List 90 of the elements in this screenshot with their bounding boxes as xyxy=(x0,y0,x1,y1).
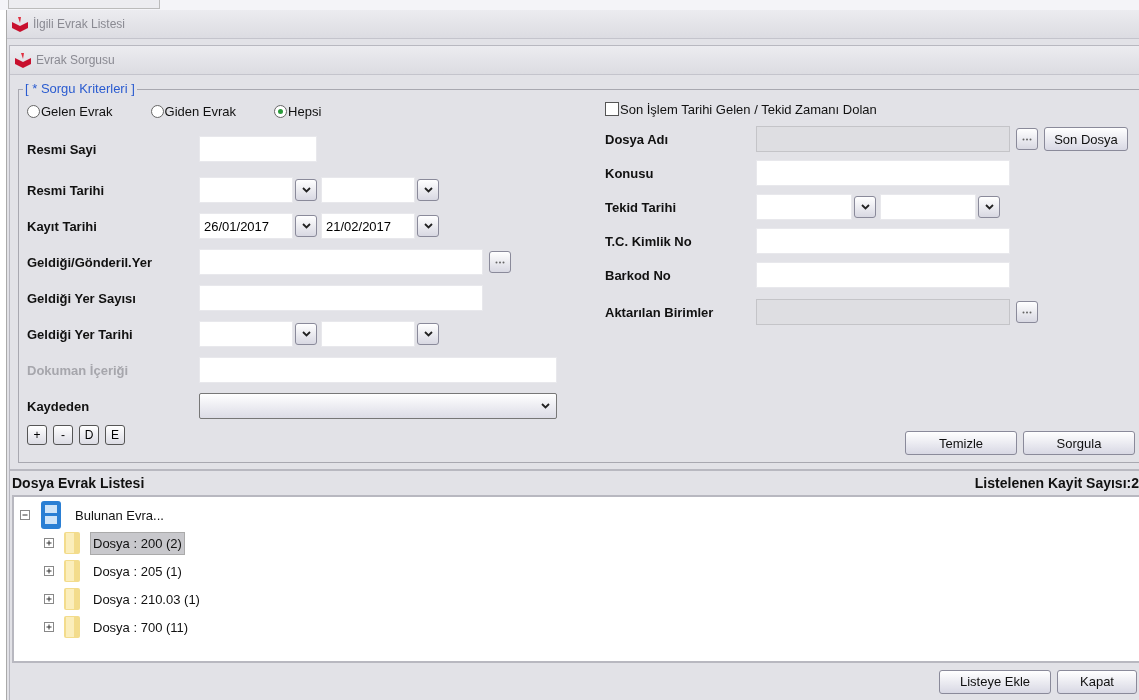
field-label: Konusu xyxy=(605,165,655,181)
date-field[interactable] xyxy=(199,321,293,347)
chevron-down-icon xyxy=(541,403,550,409)
son-dosya-button[interactable]: Son Dosya xyxy=(1044,127,1128,151)
folder-icon xyxy=(62,559,82,583)
date-field[interactable] xyxy=(756,194,852,220)
list-title: Dosya Evrak Listesi xyxy=(12,475,145,491)
ellipsis-icon xyxy=(495,260,505,264)
field-label: Geldiği Yer Tarihi xyxy=(27,326,134,342)
date-field[interactable]: 26/01/2017 xyxy=(199,213,293,239)
action-button[interactable]: Sorgula xyxy=(1023,431,1135,455)
field-label: Barkod No xyxy=(605,267,672,283)
radio-option[interactable]: Hepsi xyxy=(274,103,322,119)
radio-option[interactable]: Gelen Evrak xyxy=(27,103,113,119)
chevron-down-icon xyxy=(423,187,433,193)
action-button[interactable]: Temizle xyxy=(905,431,1017,455)
date-dropdown-button[interactable] xyxy=(417,215,439,237)
footer-button[interactable]: Kapat xyxy=(1057,669,1137,694)
group-legend: [ * Sorgu Kriterleri ] xyxy=(23,81,137,96)
record-count: Listelenen Kayit Sayısı:2 xyxy=(974,475,1139,491)
expand-toggle-icon[interactable] xyxy=(44,622,54,632)
field-label: Geldiği Yer Sayısı xyxy=(27,290,137,306)
date-dropdown-button[interactable] xyxy=(295,215,317,237)
date-dropdown-button[interactable] xyxy=(295,323,317,345)
radio-option[interactable]: Giden Evrak xyxy=(150,103,237,119)
tool-button[interactable]: D xyxy=(79,425,99,445)
input-field[interactable] xyxy=(756,228,1010,254)
browse-button[interactable] xyxy=(489,251,511,273)
tool-button[interactable]: E xyxy=(105,425,125,445)
chevron-down-icon xyxy=(301,331,311,337)
date-field[interactable]: 21/02/2017 xyxy=(321,213,415,239)
chevron-down-icon xyxy=(860,204,870,210)
tree-node[interactable]: Bulunan Evra... xyxy=(72,503,167,527)
chevron-down-icon xyxy=(984,204,994,210)
date-dropdown-button[interactable] xyxy=(295,179,317,201)
date-dropdown-button[interactable] xyxy=(417,179,439,201)
input-field[interactable] xyxy=(199,357,557,383)
input-field[interactable] xyxy=(199,136,317,162)
readonly-field[interactable] xyxy=(756,299,1010,325)
field-label: Dosya Adı xyxy=(605,131,670,147)
chevron-down-icon xyxy=(301,187,311,193)
input-field[interactable] xyxy=(756,262,1010,288)
field-label: Tekid Tarihi xyxy=(605,199,678,215)
field-label: Aktarılan Birimler xyxy=(605,304,715,320)
chevron-down-icon xyxy=(423,331,433,337)
expand-toggle-icon[interactable] xyxy=(44,566,54,576)
date-dropdown-button[interactable] xyxy=(854,196,876,218)
cabinet-icon xyxy=(38,500,64,530)
window-title: İlgili Evrak Listesi xyxy=(33,17,126,31)
date-field[interactable] xyxy=(199,177,293,203)
field-label: Resmi Sayi xyxy=(27,141,98,157)
dropdown-field[interactable] xyxy=(199,393,557,419)
folder-icon xyxy=(62,587,82,611)
field-label: Kaydeden xyxy=(27,398,91,414)
date-field[interactable] xyxy=(321,321,415,347)
ellipsis-icon xyxy=(1022,310,1032,314)
panel-title: Evrak Sorgusu xyxy=(36,53,115,67)
tree-node[interactable]: Dosya : 200 (2) xyxy=(90,531,185,555)
chevron-down-icon xyxy=(301,223,311,229)
browse-button[interactable] xyxy=(1016,128,1038,150)
input-field[interactable] xyxy=(756,160,1010,186)
date-field[interactable] xyxy=(321,177,415,203)
field-label: Resmi Tarihi xyxy=(27,182,106,198)
input-field[interactable] xyxy=(199,249,483,275)
field-label: Kayıt Tarihi xyxy=(27,218,98,234)
field-label: T.C. Kimlik No xyxy=(605,233,693,249)
ellipsis-icon xyxy=(1022,137,1032,141)
readonly-field[interactable] xyxy=(756,126,1010,152)
tree-node[interactable]: Dosya : 210.03 (1) xyxy=(90,587,203,611)
browse-button[interactable] xyxy=(1016,301,1038,323)
date-field[interactable] xyxy=(880,194,976,220)
checkbox-option[interactable]: Son İşlem Tarihi Gelen / Tekid Zamanı Dolan xyxy=(605,101,877,117)
app-logo-icon xyxy=(11,16,29,32)
date-dropdown-button[interactable] xyxy=(417,323,439,345)
tool-button[interactable]: - xyxy=(53,425,73,445)
expand-toggle-icon[interactable] xyxy=(44,594,54,604)
input-field[interactable] xyxy=(199,285,483,311)
collapse-toggle-icon[interactable] xyxy=(20,510,30,520)
tree-node[interactable]: Dosya : 700 (11) xyxy=(90,615,192,639)
tool-button[interactable]: + xyxy=(27,425,47,445)
app-logo-icon xyxy=(14,52,32,68)
field-label: Geldiği/Gönderil.Yer xyxy=(27,254,153,270)
field-label: Dokuman İçeriği xyxy=(27,362,130,378)
folder-icon xyxy=(62,615,82,639)
tree-node[interactable]: Dosya : 205 (1) xyxy=(90,559,185,583)
footer-button[interactable]: Listeye Ekle xyxy=(939,669,1051,694)
chevron-down-icon xyxy=(423,223,433,229)
expand-toggle-icon[interactable] xyxy=(44,538,54,548)
date-dropdown-button[interactable] xyxy=(978,196,1000,218)
folder-icon xyxy=(62,531,82,555)
